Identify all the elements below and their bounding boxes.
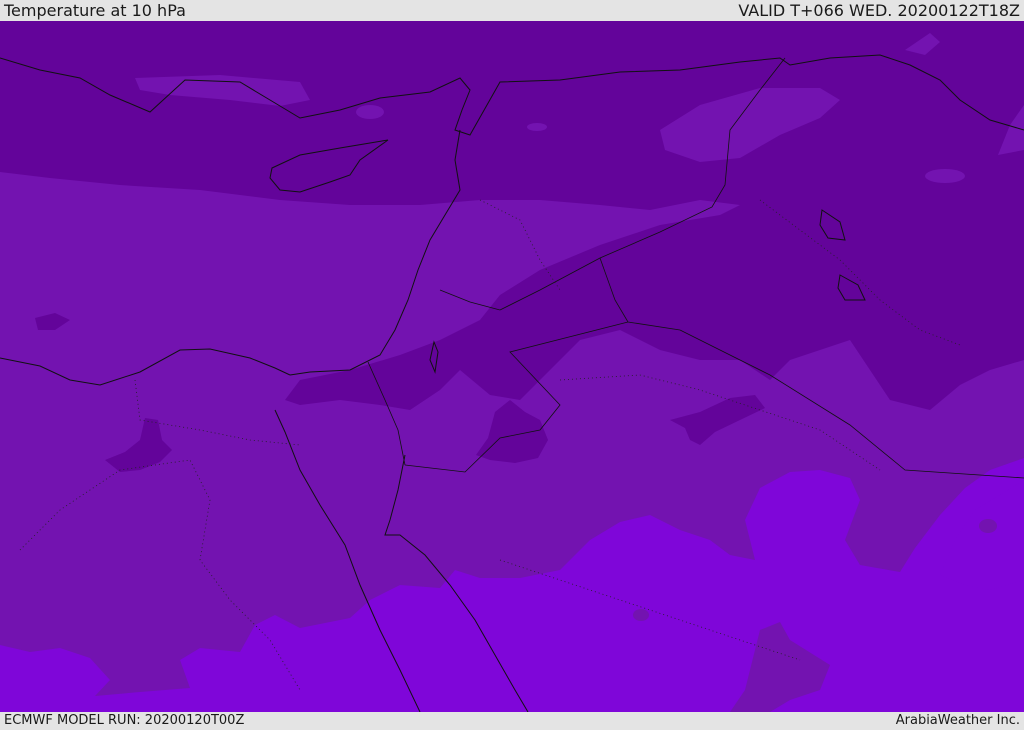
mid-patch-south-3 xyxy=(979,519,997,533)
mid-patch-south-2 xyxy=(633,609,649,621)
map-footer: ECMWF MODEL RUN: 20200120T00Z ArabiaWeat… xyxy=(0,712,1024,729)
valid-time: VALID T+066 WED. 20200122T18Z xyxy=(738,1,1020,20)
temperature-map xyxy=(0,21,1024,712)
light-patch-small-2 xyxy=(527,123,547,131)
light-patch-small-1 xyxy=(356,105,384,119)
map-header: Temperature at 10 hPa VALID T+066 WED. 2… xyxy=(0,0,1024,21)
brand-credit: ArabiaWeather Inc. xyxy=(895,713,1020,728)
model-run: ECMWF MODEL RUN: 20200120T00Z xyxy=(4,713,245,728)
light-patch-small-3 xyxy=(925,169,965,183)
map-canvas xyxy=(0,21,1024,712)
map-title: Temperature at 10 hPa xyxy=(4,1,186,20)
